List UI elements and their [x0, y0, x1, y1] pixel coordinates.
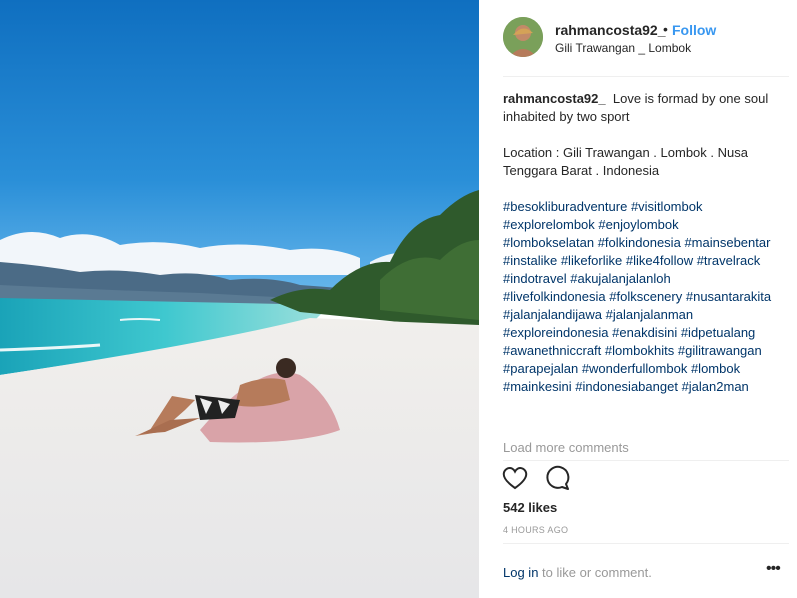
hashtag-link[interactable]: #jalan2man — [682, 379, 749, 394]
hashtag-link[interactable]: #idpetualang — [681, 325, 755, 340]
like-count[interactable]: 542 likes — [503, 500, 557, 515]
avatar[interactable] — [503, 17, 543, 57]
hashtag-link[interactable]: #enakdisini — [612, 325, 677, 340]
divider — [503, 543, 789, 544]
hashtag-link[interactable]: #exploreindonesia — [503, 325, 609, 340]
load-more-comments[interactable]: Load more comments — [503, 440, 629, 455]
timestamp[interactable]: 4 HOURS AGO — [503, 525, 568, 535]
hashtag-link[interactable]: #gilitrawangan — [678, 343, 762, 358]
hashtag-link[interactable]: #lombokselatan — [503, 235, 594, 250]
hashtag-list: #besokliburadventure #visitlombok #explo… — [503, 198, 773, 396]
hashtag-link[interactable]: #lombok — [691, 361, 740, 376]
post-location[interactable]: Gili Trawangan _ Lombok — [555, 41, 691, 55]
caption: rahmancosta92_ Love is formad by one sou… — [503, 90, 773, 396]
login-prompt: Log in to like or comment. — [503, 565, 652, 580]
hashtag-link[interactable]: #lombokhits — [605, 343, 674, 358]
hashtag-link[interactable]: #folkindonesia — [598, 235, 681, 250]
username[interactable]: rahmancosta92_ — [555, 22, 666, 38]
hashtag-link[interactable]: #likeforlike — [561, 253, 622, 268]
hashtag-link[interactable]: #mainsebentar — [684, 235, 770, 250]
follow-button[interactable]: Follow — [672, 22, 716, 38]
divider — [503, 460, 789, 461]
hashtag-link[interactable]: #indotravel — [503, 271, 567, 286]
hashtag-link[interactable]: #parapejalan — [503, 361, 578, 376]
caption-username[interactable]: rahmancosta92_ — [503, 91, 606, 106]
hashtag-link[interactable]: #akujalanjalanloh — [570, 271, 670, 286]
post-panel: rahmancosta92_ • Follow Gili Trawangan _… — [479, 0, 797, 598]
caption-location-line: Location : Gili Trawangan . Lombok . Nus… — [503, 145, 748, 178]
post-header: rahmancosta92_ • Follow Gili Trawangan _… — [479, 0, 797, 77]
separator-dot: • — [663, 21, 668, 37]
hashtag-link[interactable]: #wonderfullombok — [582, 361, 688, 376]
hashtag-link[interactable]: #like4follow — [626, 253, 693, 268]
hashtag-link[interactable]: #explorelombok — [503, 217, 595, 232]
hashtag-link[interactable]: #mainkesini — [503, 379, 572, 394]
hashtag-link[interactable]: #travelrack — [697, 253, 761, 268]
hashtag-link[interactable]: #nusantarakita — [686, 289, 771, 304]
hashtag-link[interactable]: #visitlombok — [631, 199, 703, 214]
login-link[interactable]: Log in — [503, 565, 538, 580]
hashtag-link[interactable]: #folkscenery — [609, 289, 682, 304]
post-photo[interactable] — [0, 0, 479, 598]
divider — [503, 76, 789, 77]
login-prompt-text: to like or comment. — [542, 565, 652, 580]
hashtag-link[interactable]: #jalanjalandijawa — [503, 307, 602, 322]
hashtag-link[interactable]: #livefolkindonesia — [503, 289, 606, 304]
hashtag-link[interactable]: #jalanjalanman — [606, 307, 693, 322]
hashtag-link[interactable]: #instalike — [503, 253, 557, 268]
comment-icon[interactable] — [543, 464, 571, 492]
hashtag-link[interactable]: #awanethniccraft — [503, 343, 601, 358]
more-options-icon[interactable]: ••• — [766, 560, 781, 578]
heart-icon[interactable] — [501, 464, 529, 492]
hashtag-link[interactable]: #enjoylombok — [598, 217, 678, 232]
hashtag-link[interactable]: #besokliburadventure — [503, 199, 627, 214]
hashtag-link[interactable]: #indonesiabanget — [575, 379, 678, 394]
